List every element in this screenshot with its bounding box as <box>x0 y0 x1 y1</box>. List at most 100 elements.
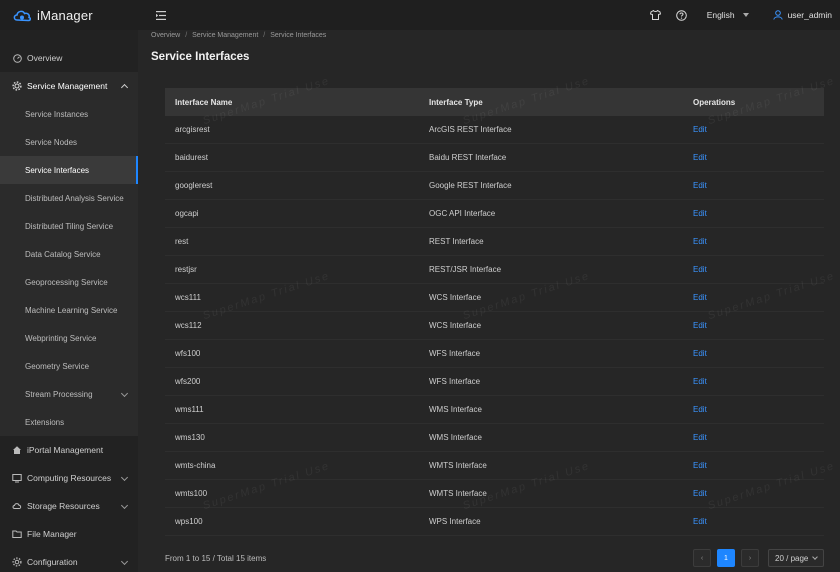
edit-link[interactable]: Edit <box>693 265 707 274</box>
edit-link[interactable]: Edit <box>693 125 707 134</box>
user-menu[interactable]: user_admin <box>772 10 832 20</box>
table-row: wms111 WMS Interface Edit <box>165 396 824 424</box>
interface-type-cell: WCS Interface <box>429 293 482 302</box>
language-select[interactable]: English <box>707 10 749 20</box>
interface-type-cell: Google REST Interface <box>429 181 512 190</box>
sidebar-item-machine-learning-service[interactable]: Machine Learning Service <box>0 296 138 324</box>
sidebar-item-iportal-management[interactable]: iPortal Management <box>0 436 138 464</box>
operations-cell: Edit <box>693 461 824 470</box>
folder-icon <box>12 529 22 539</box>
table-header: Interface Name Interface Type Operations <box>165 88 824 116</box>
column-header-interface-name: Interface Name <box>175 97 233 107</box>
interface-name-cell: arcgisrest <box>175 125 210 134</box>
interface-type-cell: ArcGIS REST Interface <box>429 125 512 134</box>
sidebar-item-configuration[interactable]: Configuration <box>0 548 138 572</box>
edit-link[interactable]: Edit <box>693 489 707 498</box>
operations-cell: Edit <box>693 349 824 358</box>
interface-type-cell: REST/JSR Interface <box>429 265 502 274</box>
edit-link[interactable]: Edit <box>693 153 707 162</box>
sidebar-item-storage-resources[interactable]: Storage Resources <box>0 492 138 520</box>
sidebar-item-label: iPortal Management <box>27 445 104 455</box>
sidebar-item-service-instances[interactable]: Service Instances <box>0 100 138 128</box>
sidebar-item-geoprocessing-service[interactable]: Geoprocessing Service <box>0 268 138 296</box>
sidebar-item-label: Overview <box>27 53 63 63</box>
sidebar-item-stream-processing[interactable]: Stream Processing <box>0 380 138 408</box>
interface-name-cell: rest <box>175 237 189 246</box>
table-footer: From 1 to 15 / Total 15 items ‹ 1 › 20 /… <box>165 549 824 571</box>
sidebar-item-file-manager[interactable]: File Manager <box>0 520 138 548</box>
edit-link[interactable]: Edit <box>693 377 707 386</box>
interface-type-cell: Baidu REST Interface <box>429 153 507 162</box>
next-page-button[interactable]: › <box>741 549 759 567</box>
sidebar-item-extensions[interactable]: Extensions <box>0 408 138 436</box>
page-size-select[interactable]: 20 / page <box>768 549 824 567</box>
table-row: wfs200 WFS Interface Edit <box>165 368 824 396</box>
language-label: English <box>706 10 735 20</box>
breadcrumb-overview[interactable]: Overview <box>151 32 180 39</box>
sidebar-item-distributed-analysis-service[interactable]: Distributed Analysis Service <box>0 184 138 212</box>
edit-link[interactable]: Edit <box>693 433 707 442</box>
operations-cell: Edit <box>693 181 824 190</box>
sidebar-item-service-management[interactable]: Service Management <box>0 72 138 100</box>
table-row: googlerest Google REST Interface Edit <box>165 172 824 200</box>
sidebar-item-computing-resources[interactable]: Computing Resources <box>0 464 138 492</box>
chevron-down-icon <box>812 553 818 560</box>
operations-cell: Edit <box>693 153 824 162</box>
breadcrumb-separator: / <box>263 32 266 39</box>
interface-type-cell: WFS Interface <box>429 349 481 358</box>
interface-type-cell: WMTS Interface <box>429 489 487 498</box>
page-size-value: 20 / page <box>775 553 809 563</box>
prev-page-button[interactable]: ‹ <box>693 549 711 567</box>
edit-link[interactable]: Edit <box>693 181 707 190</box>
total-items: From 1 to 15 / Total 15 items <box>165 554 267 563</box>
table-row: wcs111 WCS Interface Edit <box>165 284 824 312</box>
username: user_admin <box>787 10 832 20</box>
sidebar-item-label: File Manager <box>27 529 77 539</box>
edit-link[interactable]: Edit <box>693 209 707 218</box>
operations-cell: Edit <box>693 377 824 386</box>
table-row: wfs100 WFS Interface Edit <box>165 340 824 368</box>
edit-link[interactable]: Edit <box>693 405 707 414</box>
sidebar-item-service-interfaces[interactable]: Service Interfaces <box>0 156 138 184</box>
shirt-icon[interactable] <box>649 8 663 22</box>
cloud-logo-icon <box>13 10 31 22</box>
edit-link[interactable]: Edit <box>693 237 707 246</box>
page-1-button[interactable]: 1 <box>717 549 735 567</box>
monitor-icon <box>12 473 22 483</box>
sidebar-item-webprinting-service[interactable]: Webprinting Service <box>0 324 138 352</box>
table-row: wcs112 WCS Interface Edit <box>165 312 824 340</box>
chevron-left-icon: ‹ <box>700 554 704 562</box>
top-bar: iManager English user_admin <box>0 0 840 30</box>
interface-type-cell: WMTS Interface <box>429 461 487 470</box>
chevron-down-icon <box>120 557 129 566</box>
app-title: iManager <box>37 7 93 23</box>
interface-name-cell: googlerest <box>175 181 213 190</box>
edit-link[interactable]: Edit <box>693 517 707 526</box>
app-logo[interactable]: iManager <box>0 0 140 30</box>
edit-link[interactable]: Edit <box>693 349 707 358</box>
sidebar-item-overview[interactable]: Overview <box>0 44 138 72</box>
sidebar-item-geometry-service[interactable]: Geometry Service <box>0 352 138 380</box>
sidebar-item-label: Computing Resources <box>27 473 112 483</box>
gear-icon <box>12 81 22 91</box>
chevron-down-icon <box>120 501 129 510</box>
breadcrumb-service-management[interactable]: Service Management <box>192 32 258 39</box>
pagination: ‹ 1 › 20 / page <box>687 549 824 567</box>
interface-type-cell: WMS Interface <box>429 405 482 414</box>
interface-name-cell: wms111 <box>175 405 204 414</box>
menu-collapse-icon[interactable] <box>154 9 168 21</box>
sidebar-item-service-nodes[interactable]: Service Nodes <box>0 128 138 156</box>
edit-link[interactable]: Edit <box>693 293 707 302</box>
sidebar-item-data-catalog-service[interactable]: Data Catalog Service <box>0 240 138 268</box>
sidebar-item-label: Storage Resources <box>27 501 100 511</box>
home-icon <box>12 445 22 455</box>
help-icon[interactable] <box>675 8 689 22</box>
sidebar-item-distributed-tiling-service[interactable]: Distributed Tiling Service <box>0 212 138 240</box>
edit-link[interactable]: Edit <box>693 321 707 330</box>
column-header-operations: Operations <box>693 97 736 107</box>
table-body: arcgisrest ArcGIS REST Interface Edit baidu… <box>165 116 824 536</box>
interfaces-table: Interface Name Interface Type Operations… <box>165 88 824 536</box>
table-row: arcgisrest ArcGIS REST Interface Edit <box>165 116 824 144</box>
edit-link[interactable]: Edit <box>693 461 707 470</box>
operations-cell: Edit <box>693 433 824 442</box>
